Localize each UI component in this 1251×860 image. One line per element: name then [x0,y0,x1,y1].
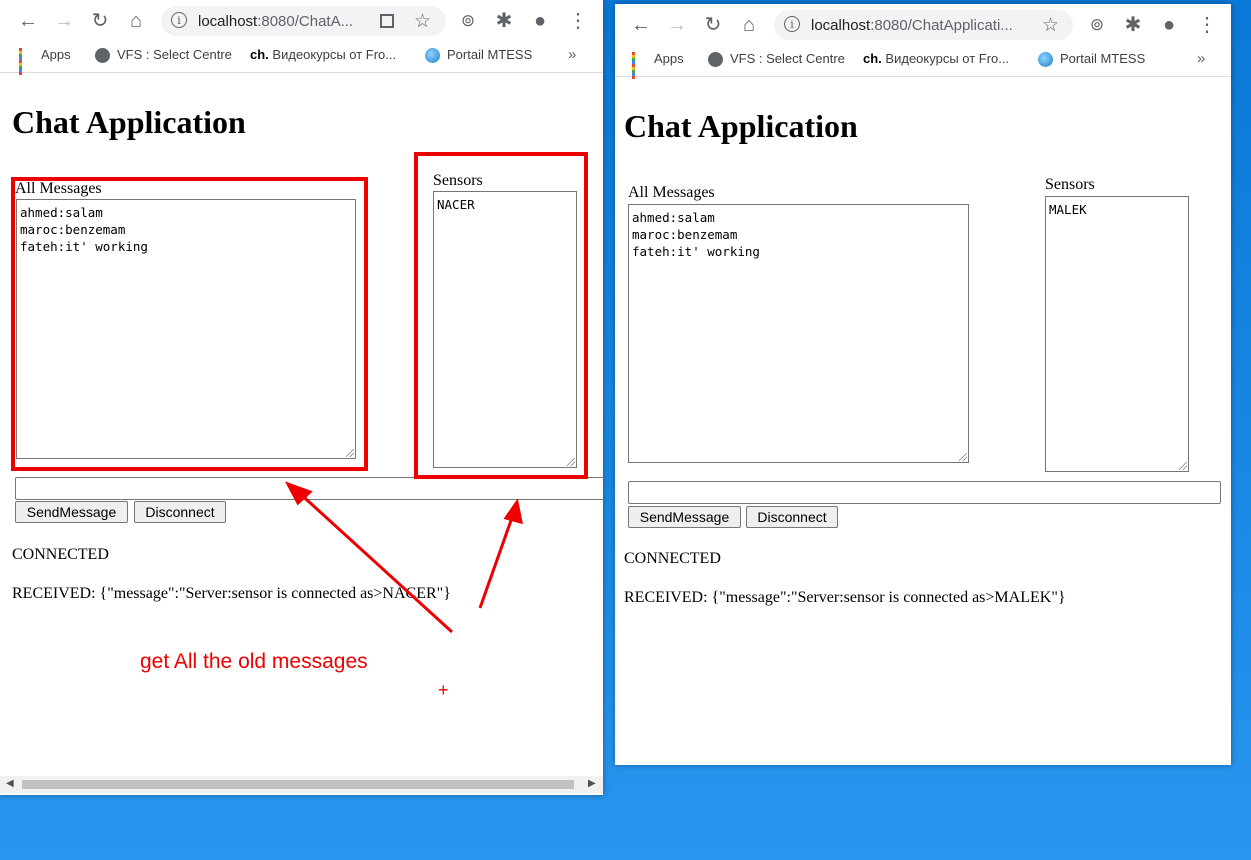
bookmarks-bar: Apps VFS : Select Centre ch. Видеокурсы … [615,46,1231,80]
globe-icon [708,52,723,68]
star-icon[interactable]: ☆ [1042,14,1059,37]
page-content: Chat Application All Messages ahmed:sala… [615,81,1231,765]
horizontal-scrollbar[interactable]: ◀ ▶ [0,776,603,793]
arrow-to-messages [294,488,454,634]
sensors-label: Sensors [1045,176,1095,193]
browser-window-left: ← → ↻ ⌂ i localhost:8080/ChatA... ☆ ⊚ ✱ … [0,0,603,795]
sensors-text: MALEK [1049,202,1087,217]
puzzle-icon[interactable]: ✱ [1121,13,1145,37]
info-icon[interactable]: i [784,16,800,32]
browser-window-right: ← → ↻ ⌂ i localhost:8080/ChatApplicati..… [615,4,1231,765]
bookmarks-more[interactable]: » [1197,50,1205,67]
scroll-right-arrow-icon[interactable]: ▶ [588,778,596,789]
reload-icon[interactable]: ↻ [701,13,725,37]
url-text: localhost:8080/ChatApplicati... [811,17,1013,34]
address-bar[interactable]: i localhost:8080/ChatApplicati... ☆ [774,10,1073,40]
all-messages-label: All Messages [628,184,715,201]
status-text: CONNECTED [624,550,721,567]
browser-toolbar: ← → ↻ ⌂ i localhost:8080/ChatApplicati..… [615,4,1231,46]
annotation-arrows [284,481,523,634]
disconnect-button[interactable]: Disconnect [746,506,838,528]
sensors-textarea[interactable]: MALEK [1045,196,1189,472]
bookmark-apps[interactable]: Apps [632,51,684,80]
arrowhead-sensors [503,498,523,525]
portail-icon [1038,52,1053,68]
extension-icon[interactable]: ⊚ [1085,13,1109,37]
scroll-left-arrow-icon[interactable]: ◀ [6,778,14,789]
scrollbar-thumb[interactable] [22,780,574,789]
resize-grip[interactable] [1179,462,1187,470]
home-icon[interactable]: ⌂ [737,13,761,37]
messages-textarea[interactable]: ahmed:salam maroc:benzemam fateh:it' wor… [628,204,969,463]
forward-arrow-icon[interactable]: → [665,13,689,37]
apps-icon [632,52,647,80]
account-icon[interactable]: ● [1157,13,1181,37]
messages-text: ahmed:salam maroc:benzemam fateh:it' wor… [632,210,760,259]
menu-dots-icon[interactable]: ⋮ [1195,13,1219,37]
received-text: RECEIVED: {"message":"Server:sensor is c… [624,589,1066,606]
page-title: Chat Application [624,108,858,144]
bookmark-vfs[interactable]: VFS : Select Centre [708,51,845,68]
back-arrow-icon[interactable]: ← [629,13,653,37]
resize-grip[interactable] [959,453,967,461]
bookmark-portail[interactable]: Portail MTESS [1038,51,1145,68]
send-message-button[interactable]: SendMessage [628,506,741,528]
arrow-to-sensors [478,511,516,609]
message-input[interactable] [628,481,1221,504]
bookmark-video[interactable]: ch. Видеокурсы от Fro... [863,51,1009,66]
